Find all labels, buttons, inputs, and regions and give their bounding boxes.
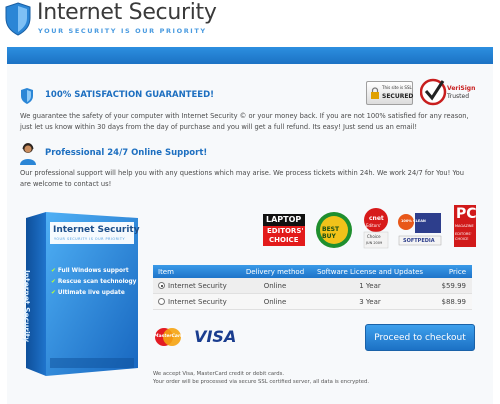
row-price: $59.99 xyxy=(441,281,467,290)
site-header: Internet Security YOUR SECURITY IS OUR P… xyxy=(0,0,500,46)
verisign-line2: Trusted xyxy=(447,93,470,100)
verisign-check-icon xyxy=(419,78,447,106)
row-price: $88.99 xyxy=(441,297,467,306)
table-row[interactable]: Internet Security Online 1 Year $59.99 xyxy=(153,278,472,294)
product-box-image: Internet Security YOUR SECURITY IS OUR P… xyxy=(22,210,142,382)
payment-methods: MasterCard VISA xyxy=(153,327,236,351)
product-box-side-title: Internet Security xyxy=(22,270,31,343)
product-feature-item: ✔ Ultimate live update xyxy=(51,290,125,296)
best-buy-award: BEST BUY xyxy=(314,210,354,250)
verisign-trusted-badge: VeriSign Trusted xyxy=(419,77,476,107)
lock-icon xyxy=(371,87,379,99)
pc-magazine-editors-choice-award: PC MAGAZINE EDITORS' CHOICE xyxy=(453,204,477,248)
row-license: 3 Year xyxy=(359,297,381,306)
checkmark-icon: ✔ xyxy=(51,290,56,296)
guarantee-title: 100% SATISFACTION GUARANTEED! xyxy=(45,90,215,100)
shield-logo-icon xyxy=(5,2,31,36)
table-row[interactable]: Internet Security Online 3 Year $88.99 xyxy=(153,294,472,310)
support-agent-icon xyxy=(20,143,36,165)
row-delivery: Online xyxy=(263,297,287,306)
footnote-line-2: Your order will be processed via secure … xyxy=(153,379,370,385)
softpedia-clean-award: 100% CLEAN SOFTPEDIA xyxy=(397,210,443,248)
site-tagline: YOUR SECURITY IS OUR PRIORITY xyxy=(38,27,207,35)
payment-footnote: We accept Visa, MasterCard credit or deb… xyxy=(153,370,369,386)
plan-radio-3-year[interactable] xyxy=(158,298,165,305)
support-text: Our professional support will help you w… xyxy=(20,169,465,188)
ssl-secured-badge: This site is SSL SECURED xyxy=(366,81,413,105)
column-header-license: Software License and Updates xyxy=(316,267,424,276)
product-box-subtitle: YOUR SECURITY IS OUR PRIORITY xyxy=(54,237,126,241)
product-box-title: Internet Security xyxy=(53,225,140,235)
product-feature-item: ✔ Rescue scan technology xyxy=(51,279,137,285)
laptop-editors-choice-award: LAPTOP EDITORS' CHOICE xyxy=(262,212,306,248)
column-header-item: Item xyxy=(158,267,174,276)
plan-radio-1-year[interactable] xyxy=(158,282,165,289)
cnet-editors-choice-award: cnet Editors' Choice JUN 2009 xyxy=(362,206,390,250)
column-header-delivery: Delivery method xyxy=(245,267,305,276)
top-banner-bar xyxy=(7,47,493,64)
checkmark-icon: ✔ xyxy=(51,268,56,274)
site-title: Internet Security xyxy=(37,0,217,25)
visa-logo-icon: VISA xyxy=(194,327,237,346)
row-item: Internet Security xyxy=(168,297,227,306)
verisign-line1: VeriSign xyxy=(447,85,476,92)
row-item: Internet Security xyxy=(168,281,227,290)
product-feature-item: ✔ Full Windows support xyxy=(51,268,129,274)
row-delivery: Online xyxy=(263,281,287,290)
checkmark-icon: ✔ xyxy=(51,279,56,285)
support-title: Professional 24/7 Online Support! xyxy=(45,148,208,158)
shield-icon xyxy=(21,88,33,104)
guarantee-text: We guarantee the safety of your computer… xyxy=(20,112,469,131)
mastercard-logo-icon: MasterCard xyxy=(153,327,183,347)
pricing-table: Item Delivery method Software License an… xyxy=(153,265,472,310)
footnote-line-1: We accept Visa, MasterCard credit or deb… xyxy=(153,371,285,377)
column-header-price: Price xyxy=(448,267,466,276)
ssl-badge-line1: This site is SSL xyxy=(382,85,412,90)
pricing-table-header: Item Delivery method Software License an… xyxy=(153,265,472,278)
row-license: 1 Year xyxy=(359,281,381,290)
ssl-badge-line2: SECURED xyxy=(382,93,414,100)
proceed-to-checkout-button[interactable]: Proceed to checkout xyxy=(365,324,475,351)
